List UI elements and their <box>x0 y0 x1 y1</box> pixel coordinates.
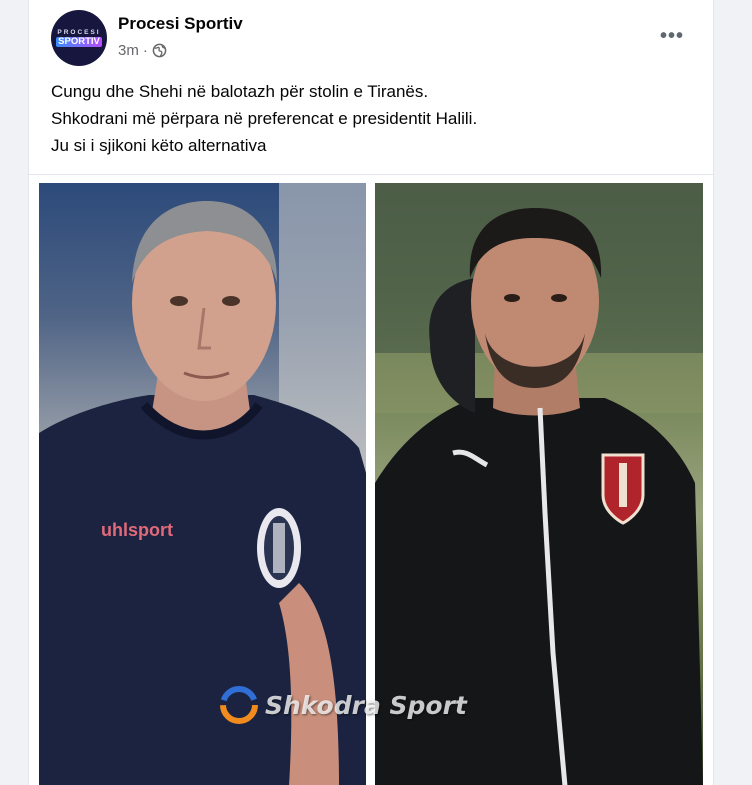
watermark: Shkodra Sport <box>219 685 467 725</box>
post-card: PROCESI SPORTIV Procesi Sportiv 3m · •••… <box>28 0 714 785</box>
post-meta: 3m · <box>118 42 167 59</box>
globe-icon[interactable] <box>152 43 167 58</box>
post-text-line: Cungu dhe Shehi në balotazh për stolin e… <box>51 82 429 101</box>
post-text-line: Ju si i sjikoni këto alternativa <box>51 136 267 155</box>
shirt-brand: uhlsport <box>101 520 173 540</box>
post-text-line: Shkodrani më përpara në preferencat e pr… <box>51 109 478 128</box>
post-text: Cungu dhe Shehi në balotazh për stolin e… <box>51 78 691 159</box>
post-timestamp[interactable]: 3m <box>118 42 139 59</box>
watermark-text: Shkodra Sport <box>265 690 467 720</box>
author-name[interactable]: Procesi Sportiv <box>118 14 243 34</box>
watermark-logo-icon <box>220 686 258 724</box>
more-options-button[interactable]: ••• <box>657 22 687 50</box>
avatar-text-bottom: SPORTIV <box>56 36 102 47</box>
avatar[interactable]: PROCESI SPORTIV <box>51 10 107 66</box>
meta-separator: · <box>142 42 148 59</box>
post-photo[interactable]: uhlsport Shkodra Sport <box>29 174 713 785</box>
